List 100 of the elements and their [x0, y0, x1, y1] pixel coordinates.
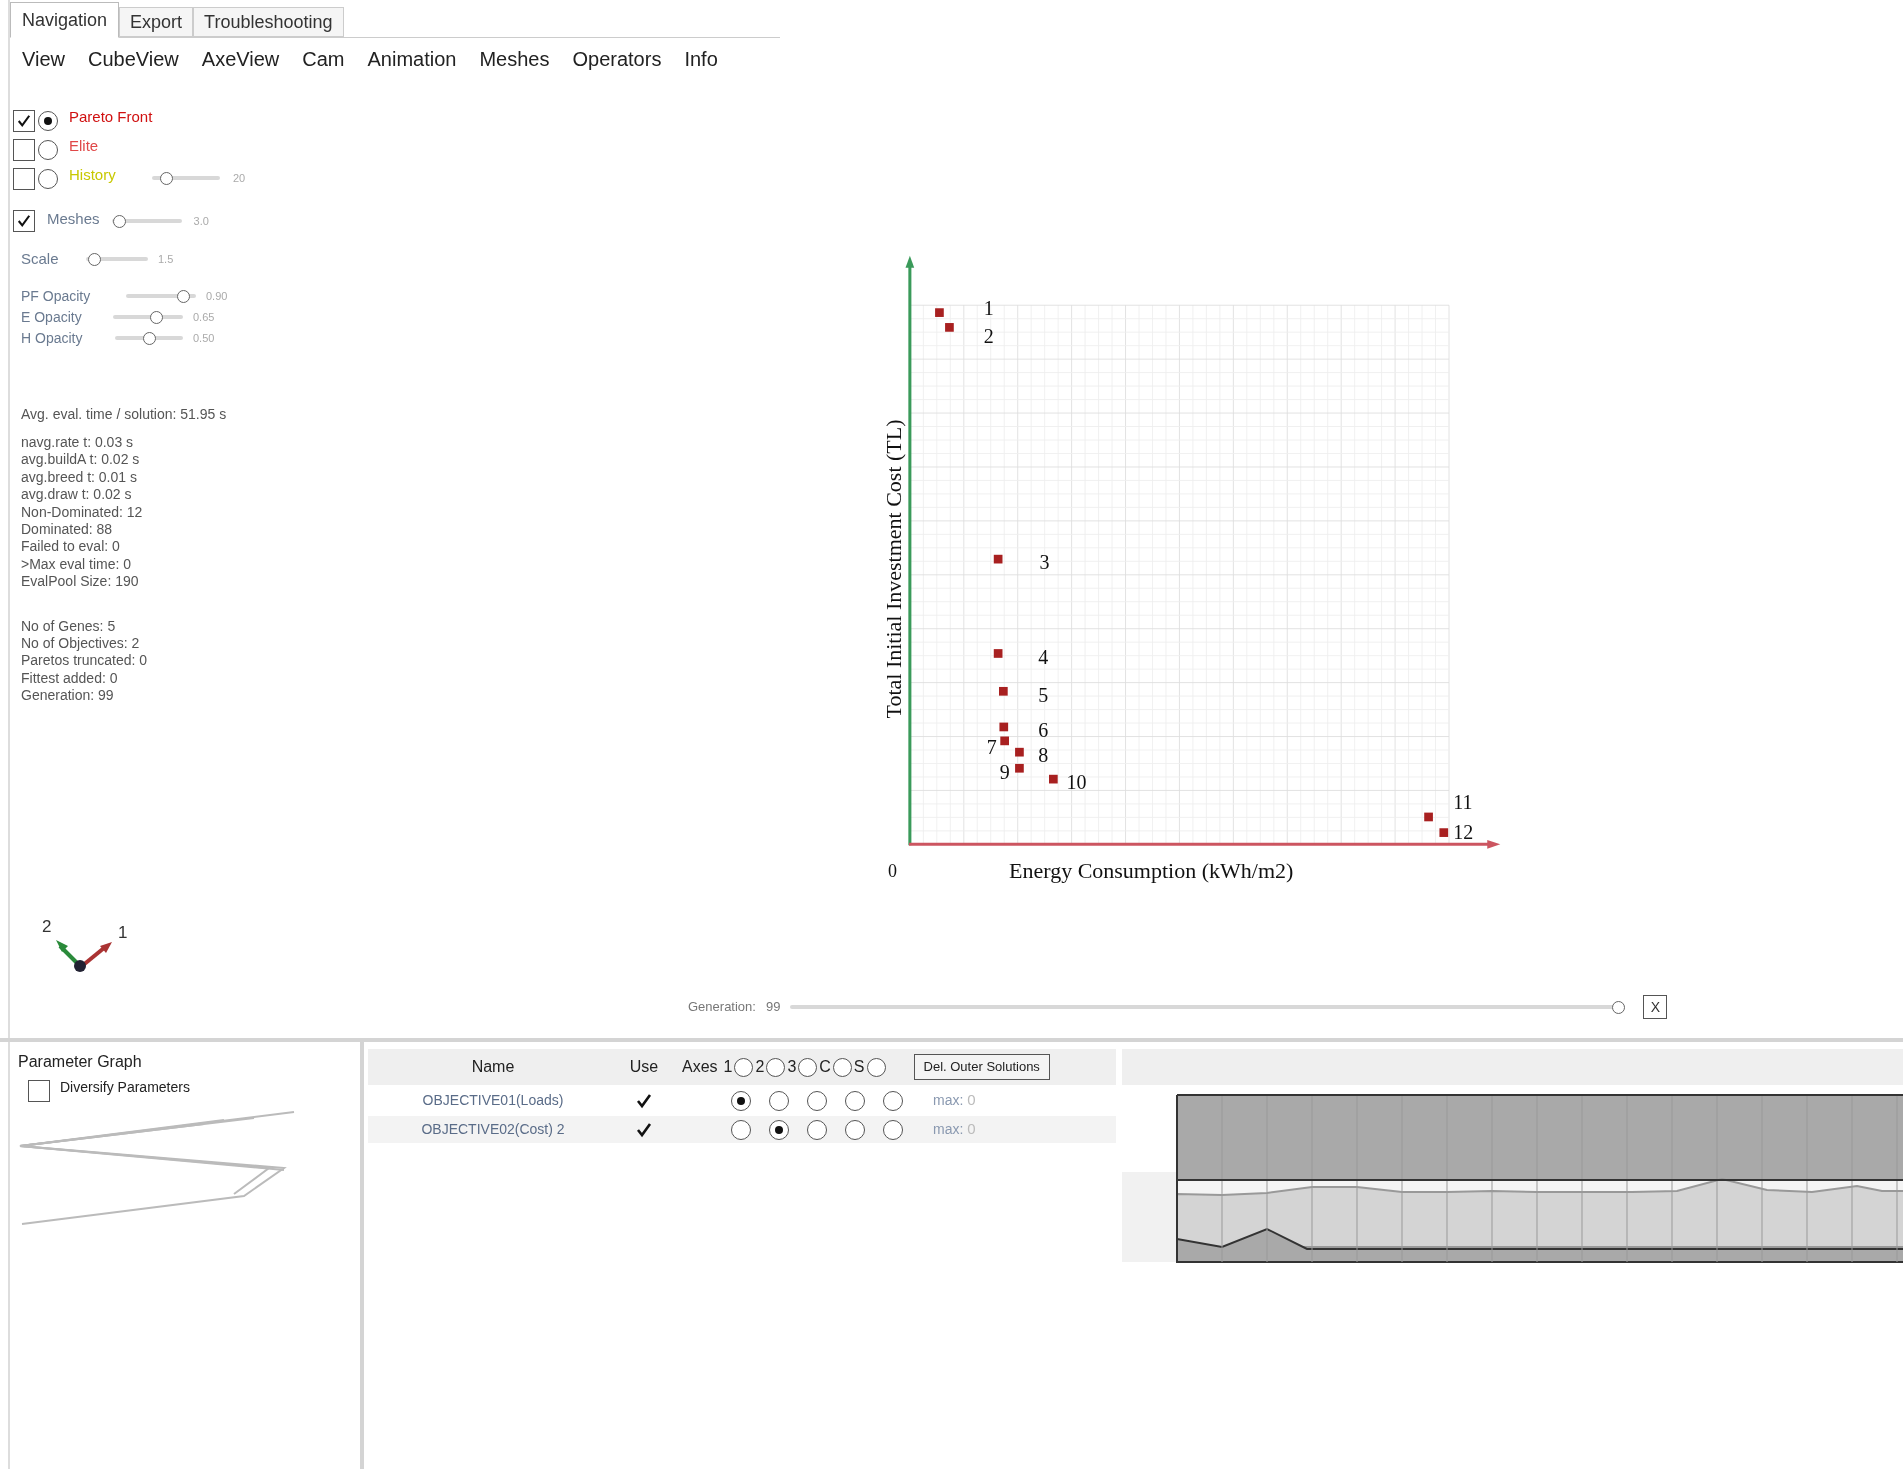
axis-label: 1 — [118, 922, 128, 944]
data-point — [935, 308, 944, 317]
data-point — [1015, 747, 1024, 757]
checkmark-icon[interactable] — [636, 1092, 652, 1109]
menu-item[interactable]: AxeView — [201, 44, 280, 78]
meshes-label: Meshes — [47, 208, 100, 229]
checkbox[interactable] — [13, 109, 35, 132]
panel-title: Parameter Graph — [18, 1052, 142, 1072]
slider-track[interactable] — [113, 311, 183, 324]
radio-button[interactable] — [832, 1057, 852, 1077]
radio-button[interactable] — [38, 139, 58, 160]
stat-text: avg.breed t: 0.01 s — [21, 468, 137, 487]
data-point — [1424, 812, 1433, 822]
radio-button[interactable] — [769, 1119, 789, 1140]
point-label: 12 — [1453, 822, 1474, 843]
stat-text: Non-Dominated: 12 — [21, 503, 143, 522]
checkmark-icon[interactable] — [636, 1121, 652, 1138]
point-label: 11 — [1453, 791, 1473, 812]
data-point — [945, 323, 954, 332]
radio-button[interactable] — [731, 1119, 751, 1140]
delete-outer-solutions-button[interactable]: Del. Outer Solutions — [913, 1054, 1050, 1080]
radio-button[interactable] — [866, 1057, 886, 1077]
column-header: S — [853, 1057, 865, 1077]
slider-label: Scale — [21, 248, 60, 269]
generation-label: Generation: — [688, 998, 756, 1017]
slider-track[interactable] — [86, 252, 148, 266]
stat-text: navg.rate t: 0.03 s — [21, 434, 134, 452]
radio-button[interactable] — [845, 1119, 865, 1140]
menu-item[interactable]: Meshes — [479, 44, 550, 78]
y-axis-title: Total Initial Investment Cost (TL) — [879, 418, 907, 719]
radio-button[interactable] — [38, 110, 58, 131]
checkbox[interactable] — [13, 210, 35, 232]
max-value: 0 — [967, 1119, 976, 1140]
stat-text: avg.buildA t: 0.02 s — [21, 451, 140, 469]
point-label: 9 — [999, 761, 1010, 782]
radio-button[interactable] — [38, 168, 58, 189]
slider-track[interactable] — [115, 332, 183, 345]
menu-item[interactable]: Cam — [302, 44, 345, 78]
point-label: 3 — [1039, 552, 1050, 573]
checkmark-icon — [17, 214, 31, 228]
slider-track[interactable] — [790, 1000, 1626, 1014]
checkbox[interactable] — [28, 1080, 50, 1102]
slider-thumb[interactable] — [88, 252, 102, 266]
tab[interactable]: Export — [119, 7, 194, 37]
radio-button[interactable] — [731, 1090, 751, 1111]
objective-name[interactable]: OBJECTIVE01(Loads) — [368, 1090, 618, 1111]
radio-button[interactable] — [798, 1057, 818, 1077]
stat-text: >Max eval time: 0 — [21, 555, 132, 574]
slider-thumb[interactable] — [160, 172, 174, 185]
stat-text: EvalPool Size: 190 — [21, 573, 139, 591]
radio-button[interactable] — [807, 1119, 827, 1140]
stat-text: Fittest added: 0 — [21, 669, 118, 688]
axis-label: 2 — [42, 916, 52, 938]
radio-button[interactable] — [766, 1057, 786, 1077]
max-value: 0 — [967, 1090, 976, 1111]
menu-item[interactable]: View — [22, 44, 65, 78]
slider-thumb[interactable] — [177, 290, 191, 303]
point-label: 6 — [1038, 720, 1049, 741]
tab[interactable]: Troubleshooting — [193, 7, 344, 37]
tab[interactable]: Navigation — [10, 2, 120, 38]
slider-thumb[interactable] — [1612, 1000, 1626, 1014]
slider-label: PF Opacity — [21, 287, 92, 306]
checkbox[interactable] — [13, 167, 35, 190]
point-label: 1 — [983, 297, 994, 318]
stat-text: Paretos truncated: 0 — [21, 652, 148, 670]
slider-track[interactable] — [126, 290, 196, 303]
slider-track[interactable] — [111, 214, 182, 228]
menu-item[interactable]: Animation — [367, 44, 457, 78]
objective-name[interactable]: OBJECTIVE02(Cost) 2 — [368, 1119, 618, 1140]
menu-item[interactable]: Info — [684, 44, 718, 78]
column-header: Axes — [682, 1057, 718, 1077]
menu-item[interactable]: CubeView — [88, 44, 179, 78]
checkbox[interactable] — [13, 138, 35, 161]
layer-label: Elite — [69, 136, 100, 157]
radio-button[interactable] — [883, 1119, 903, 1140]
radio-button[interactable] — [734, 1057, 754, 1077]
slider-thumb[interactable] — [142, 332, 156, 345]
stat-text: Failed to eval: 0 — [21, 538, 120, 556]
axis-gizmo-drawing — [54, 938, 114, 974]
column-header: 3 — [787, 1057, 797, 1077]
radio-button[interactable] — [769, 1090, 789, 1111]
layer-label: Pareto Front — [69, 107, 154, 128]
checkbox-label: Diversify Parameters — [60, 1077, 190, 1097]
slider-thumb[interactable] — [113, 214, 127, 228]
max-label: max: — [933, 1091, 964, 1110]
data-point — [1015, 763, 1024, 773]
close-button[interactable]: X — [1643, 995, 1668, 1019]
radio-button[interactable] — [845, 1090, 865, 1111]
slider-thumb[interactable] — [150, 311, 164, 324]
column-header: Use — [628, 1057, 660, 1077]
data-point — [993, 649, 1003, 658]
point-label: 10 — [1066, 772, 1087, 793]
data-point — [999, 722, 1009, 732]
radio-button[interactable] — [807, 1090, 827, 1111]
point-label: 8 — [1038, 745, 1049, 766]
stat-text: avg.draw t: 0.02 s — [21, 486, 132, 504]
stat-text: Generation: 99 — [21, 687, 114, 705]
menu-item[interactable]: Operators — [572, 44, 662, 78]
radio-button[interactable] — [883, 1090, 903, 1111]
slider-track[interactable] — [152, 172, 220, 185]
